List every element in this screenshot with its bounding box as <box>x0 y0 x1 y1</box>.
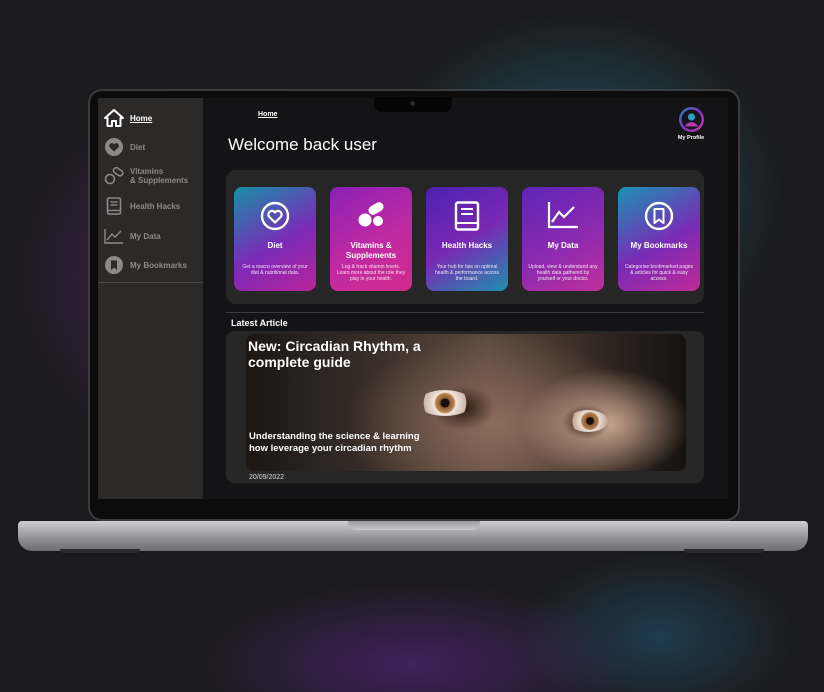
app-screen: Home Diet Vitamins & Supplements Health … <box>98 98 728 499</box>
sidebar-item-my-data[interactable]: My Data <box>104 224 202 248</box>
pill-icon <box>330 201 412 231</box>
sidebar-item-label: Vitamins & Supplements <box>130 167 189 185</box>
heart-icon <box>104 137 124 157</box>
card-my-bookmarks[interactable]: My Bookmarks Categorise bookmarked pages… <box>618 187 700 291</box>
latest-article-heading: Latest Article <box>231 318 288 328</box>
card-description: Categorise bookmarked pages & articles f… <box>624 264 694 282</box>
card-title: Health Hacks <box>441 241 493 250</box>
avatar <box>678 107 704 132</box>
sidebar-item-label: Home <box>130 113 153 123</box>
bookmark-icon <box>618 201 700 231</box>
eye-right <box>568 410 608 432</box>
sidebar-item-label: My Data <box>130 231 161 241</box>
bookmark-icon <box>104 255 124 275</box>
profile-button[interactable]: My Profile <box>673 107 709 141</box>
sidebar-item-vitamins[interactable]: Vitamins & Supplements <box>104 164 202 188</box>
sidebar-item-label: Diet <box>130 142 146 152</box>
article-subtitle: Understanding the science & learning how… <box>249 431 420 454</box>
book-icon <box>104 196 124 216</box>
page-title: Welcome back user <box>228 135 377 154</box>
article-title[interactable]: New: Circadian Rhythm, a complete guide <box>248 338 448 370</box>
card-diet[interactable]: Diet Get a macro overview of your diet &… <box>234 187 316 291</box>
card-description: Log & track vitamin levels. Learn more a… <box>336 264 406 282</box>
card-title: Diet <box>267 241 283 250</box>
home-icon <box>104 108 124 128</box>
book-icon <box>426 201 508 231</box>
card-health-hacks[interactable]: Health Hacks Your hub for tips on optima… <box>426 187 508 291</box>
sidebar-item-health-hacks[interactable]: Health Hacks <box>104 194 202 218</box>
quick-links-panel: Diet Get a macro overview of your diet &… <box>226 170 704 304</box>
card-my-data[interactable]: My Data Upload, view & understand any he… <box>522 187 604 291</box>
card-description: Get a macro overview of your diet & nutr… <box>242 264 308 276</box>
camera-notch <box>374 97 452 112</box>
section-divider <box>226 312 704 313</box>
pill-icon <box>104 166 124 186</box>
profile-label: My Profile <box>677 135 705 141</box>
chart-icon <box>522 201 604 229</box>
laptop-foot-right <box>684 549 764 553</box>
user-icon <box>681 109 701 130</box>
card-vitamins[interactable]: Vitamins & Supplements Log & track vitam… <box>330 187 412 291</box>
card-title: My Bookmarks <box>630 241 688 250</box>
article-date: 20/09/2022 <box>249 474 285 481</box>
laptop-foot-left <box>60 549 140 553</box>
sidebar-item-diet[interactable]: Diet <box>104 135 202 159</box>
card-title: My Data <box>547 241 579 250</box>
breadcrumb[interactable]: Home <box>258 111 277 118</box>
eye-left <box>418 390 472 416</box>
heart-icon <box>234 201 316 231</box>
sidebar-item-label: Health Hacks <box>130 201 181 211</box>
chart-icon <box>104 226 124 246</box>
laptop-base-notch <box>348 521 480 530</box>
card-description: Upload, view & understand any health dat… <box>528 264 598 282</box>
sidebar-item-my-bookmarks[interactable]: My Bookmarks <box>104 253 202 277</box>
sidebar-item-label: My Bookmarks <box>130 260 187 270</box>
card-title: Vitamins & Supplements <box>345 241 397 260</box>
sidebar-item-home[interactable]: Home <box>104 106 202 130</box>
card-description: Your hub for tips on optimal health & pe… <box>435 264 499 282</box>
sidebar: Home Diet Vitamins & Supplements Health … <box>98 98 203 499</box>
sidebar-divider <box>98 282 203 283</box>
